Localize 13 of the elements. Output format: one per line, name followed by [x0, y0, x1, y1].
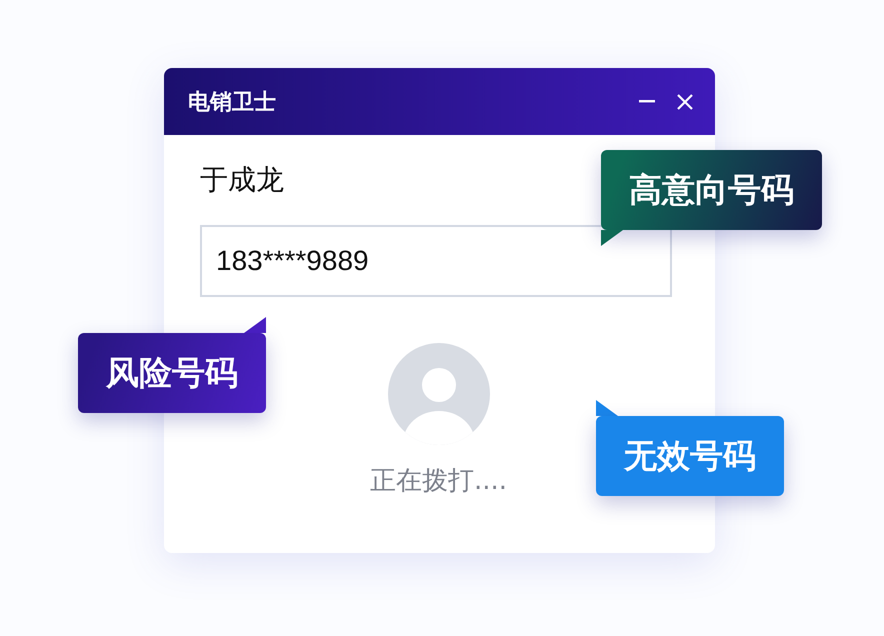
avatar-icon	[388, 343, 490, 445]
window-title: 电销卫士	[188, 88, 277, 116]
calling-status: 正在拨打....	[370, 465, 508, 498]
tag-label: 无效号码	[596, 416, 784, 496]
pointer-icon	[244, 317, 266, 333]
close-icon[interactable]	[677, 94, 693, 110]
pointer-icon	[601, 230, 623, 246]
tag-label: 风险号码	[78, 333, 266, 413]
contact-name: 于成龙	[200, 162, 284, 198]
tag-label: 高意向号码	[601, 150, 822, 230]
phone-field[interactable]: 183****9889	[200, 225, 672, 297]
minimize-icon[interactable]	[639, 100, 655, 103]
pointer-icon	[596, 400, 618, 416]
